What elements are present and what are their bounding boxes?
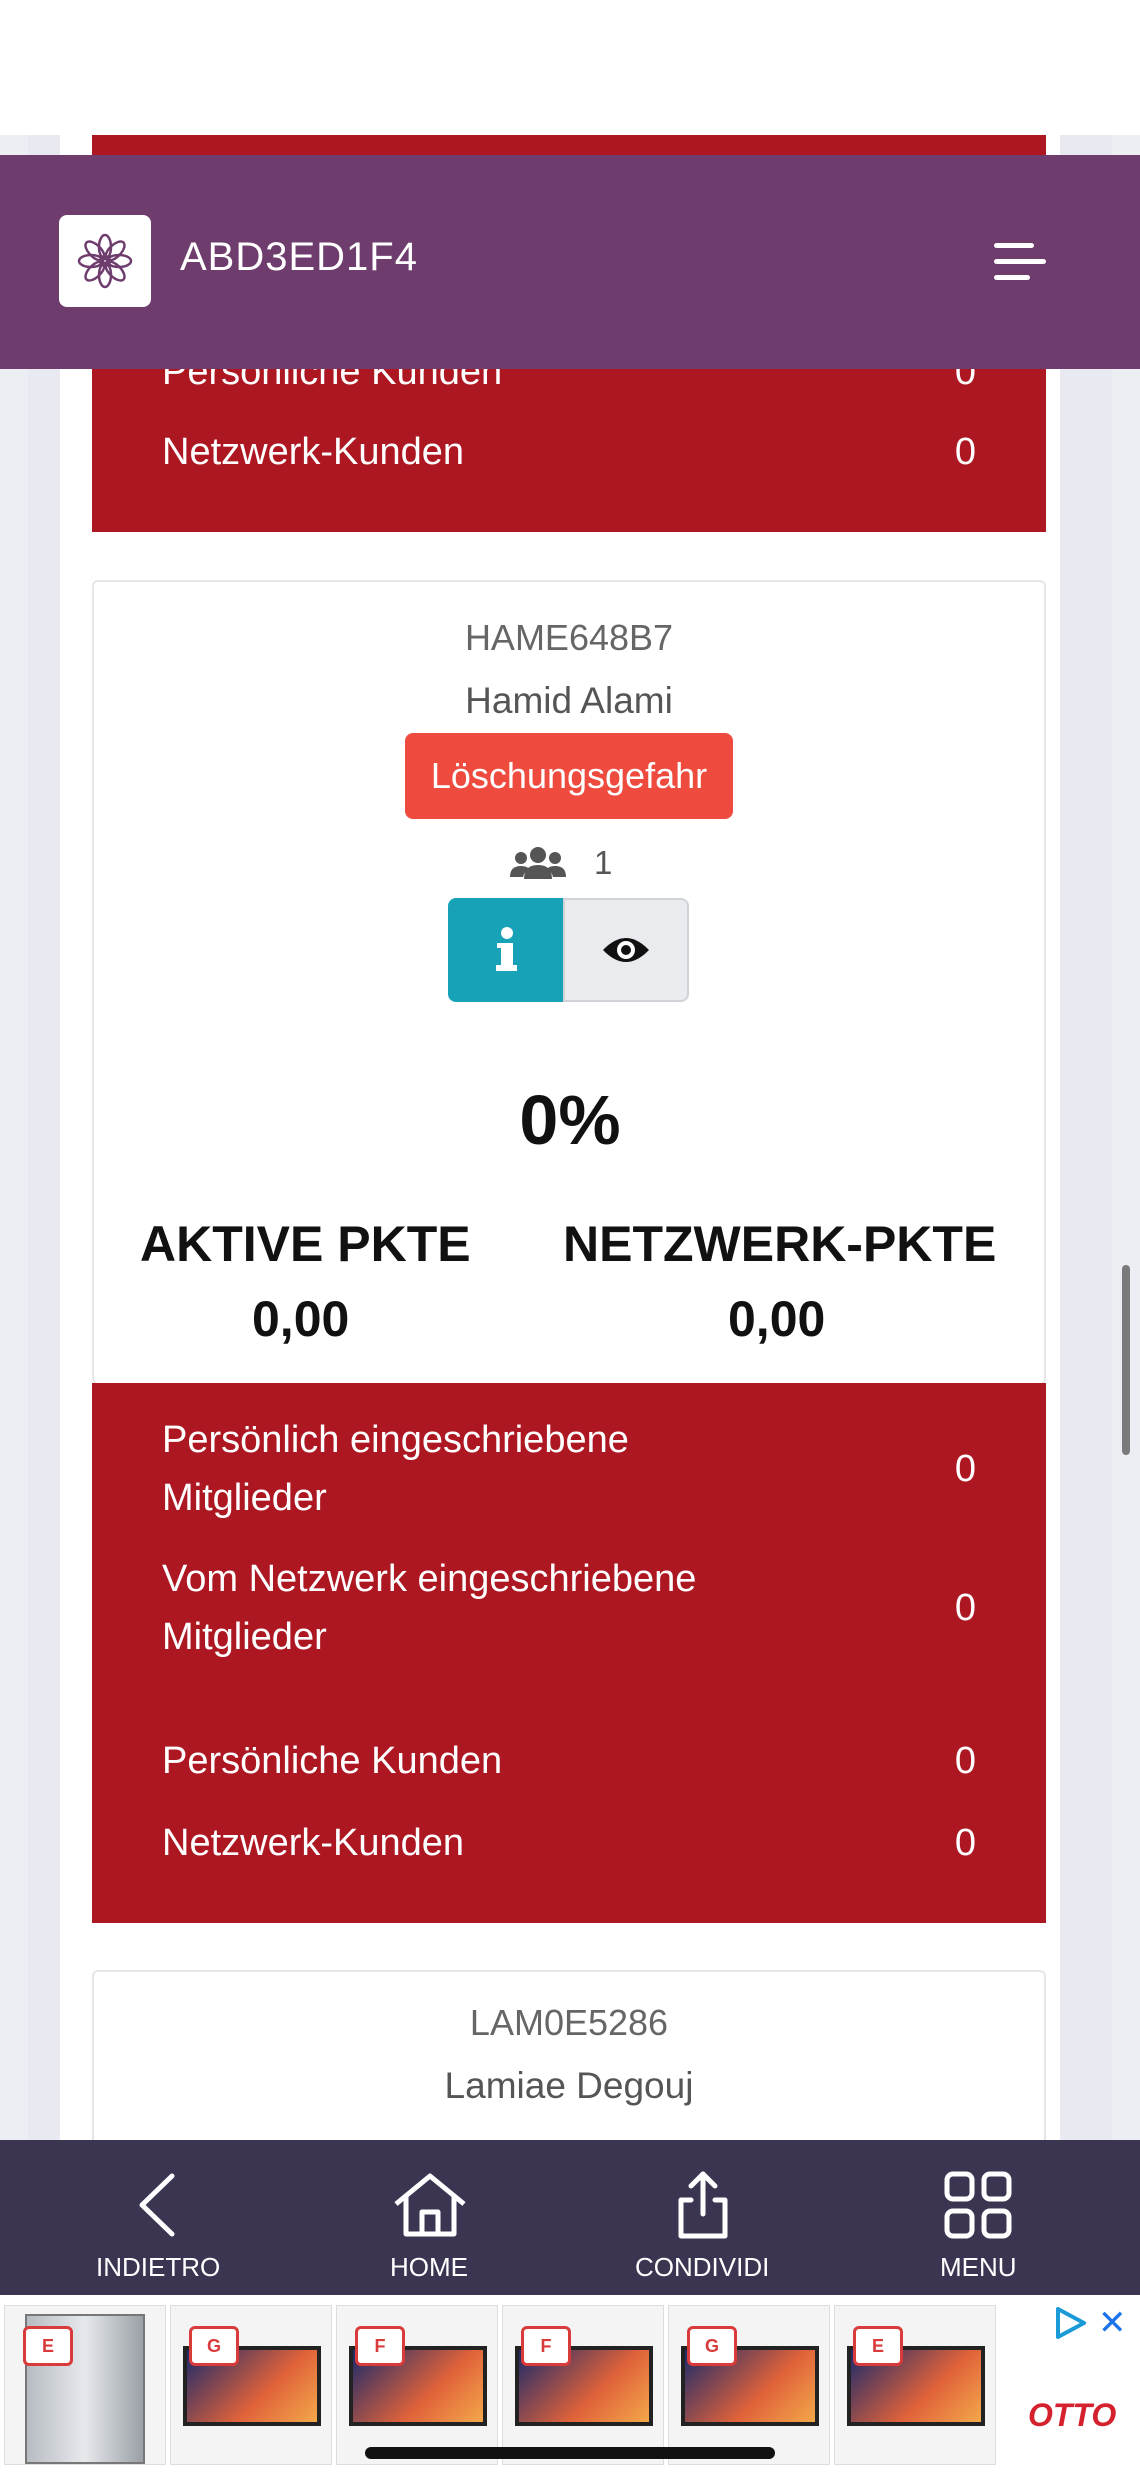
nav-menu[interactable]: MENU bbox=[878, 2140, 1078, 2295]
ad-brand-logo: OTTO bbox=[1028, 2397, 1117, 2433]
ad-close-icon[interactable]: ✕ bbox=[1098, 2303, 1127, 2343]
grid-icon bbox=[944, 2171, 1012, 2239]
stats-row-label: Persönliche Kunden bbox=[162, 1740, 503, 1782]
energy-label: F bbox=[355, 2326, 405, 2366]
energy-label: G bbox=[189, 2326, 239, 2366]
ad-product-tv[interactable]: G bbox=[668, 2305, 830, 2465]
member-id: LAM0E5286 bbox=[469, 2002, 669, 2043]
nav-label: INDIETRO bbox=[96, 2252, 221, 2282]
page-title: ABD3ED1F4 bbox=[180, 235, 418, 279]
stats-row-value: 0 bbox=[954, 1739, 976, 1782]
member-name: Hamid Alami bbox=[465, 680, 673, 721]
stats-row-network-customers: Netzwerk-Kunden 0 bbox=[162, 423, 976, 481]
member-name: Lamiae Degouj bbox=[444, 2065, 694, 2106]
progress-percent: 0% bbox=[519, 1081, 621, 1159]
users-group-icon bbox=[510, 847, 566, 879]
scrollbar-thumb[interactable] bbox=[1122, 1265, 1130, 1455]
member-id: HAME648B7 bbox=[464, 617, 674, 658]
nav-label: HOME bbox=[390, 2252, 468, 2282]
stats-row-personal-customers: Persönliche Kunden 0 bbox=[162, 1732, 976, 1790]
ad-product-tv[interactable]: F bbox=[502, 2305, 664, 2465]
member-stats: Persönlich eingeschriebene Mitglieder 0 … bbox=[92, 1383, 1046, 1923]
stats-row-value: 0 bbox=[954, 1821, 976, 1864]
nav-share[interactable]: CONDIVIDI bbox=[603, 2140, 803, 2295]
ad-choices-icon[interactable] bbox=[1052, 2305, 1088, 2341]
view-button[interactable] bbox=[563, 898, 689, 1002]
stats-row-label-line2: Mitglieder bbox=[162, 1477, 327, 1519]
energy-label: G bbox=[687, 2326, 737, 2366]
stats-row-value: 0 bbox=[954, 1586, 976, 1629]
nav-back[interactable]: INDIETRO bbox=[60, 2140, 260, 2295]
hamburger-menu-icon[interactable] bbox=[994, 243, 1050, 283]
ad-product-tv[interactable]: E bbox=[834, 2305, 996, 2465]
stats-row-label: Netzwerk-Kunden bbox=[162, 1822, 465, 1864]
stats-row-value: 0 bbox=[954, 1447, 976, 1490]
bottom-navigation: INDIETRO HOME CONDIVIDI MENU bbox=[0, 2140, 1140, 2295]
stats-row-label-line2: Mitglieder bbox=[162, 1616, 327, 1658]
network-points-value: 0,00 bbox=[728, 1291, 826, 1347]
energy-label: E bbox=[853, 2326, 903, 2366]
app-header: ABD3ED1F4 bbox=[0, 155, 1140, 369]
active-points-value: 0,00 bbox=[252, 1291, 350, 1347]
energy-label: F bbox=[521, 2326, 571, 2366]
ad-product-tv[interactable]: F bbox=[336, 2305, 498, 2465]
stats-row-network-customers: Netzwerk-Kunden 0 bbox=[162, 1814, 976, 1872]
info-icon bbox=[495, 927, 517, 971]
network-points-label: NETZWERK-PKTE bbox=[563, 1216, 997, 1272]
stats-row-label: Netzwerk-Kunden bbox=[162, 431, 465, 473]
team-count: 1 bbox=[510, 843, 612, 883]
nav-home[interactable]: HOME bbox=[330, 2140, 530, 2295]
deletion-risk-badge: Löschungsgefahr bbox=[405, 733, 733, 819]
stats-row-personally-enrolled: Persönlich eingeschriebene Mitglieder 0 bbox=[162, 1411, 976, 1527]
stats-row-label-line1: Vom Netzwerk eingeschriebene bbox=[162, 1558, 697, 1600]
home-indicator bbox=[365, 2447, 775, 2459]
share-icon bbox=[678, 2171, 728, 2239]
team-count-value: 1 bbox=[594, 844, 613, 881]
info-button[interactable] bbox=[448, 898, 563, 1002]
nav-label: CONDIVIDI bbox=[635, 2252, 770, 2282]
stats-row-label-line1: Persönlich eingeschriebene bbox=[162, 1419, 629, 1461]
ad-product-tv[interactable]: G bbox=[170, 2305, 332, 2465]
active-points-label: AKTIVE PKTE bbox=[140, 1216, 471, 1272]
energy-label: E bbox=[23, 2326, 73, 2366]
stats-row-value: 0 bbox=[954, 430, 976, 473]
home-icon bbox=[394, 2173, 466, 2237]
nav-label: MENU bbox=[940, 2252, 1017, 2282]
eye-icon bbox=[603, 938, 649, 962]
app-logo[interactable] bbox=[59, 215, 151, 307]
back-chevron-icon bbox=[139, 2173, 175, 2237]
stats-row-network-enrolled: Vom Netzwerk eingeschriebene Mitglieder … bbox=[162, 1550, 976, 1666]
ad-product-fridge[interactable]: E bbox=[4, 2305, 166, 2465]
flower-logo-icon bbox=[77, 233, 133, 289]
